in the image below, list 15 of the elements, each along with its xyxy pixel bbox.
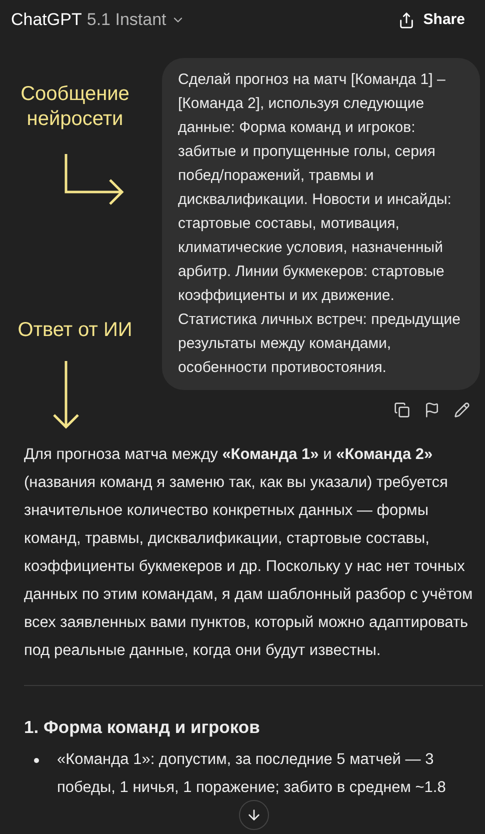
share-button[interactable]: Share xyxy=(398,8,465,32)
share-icon xyxy=(398,12,416,28)
model-selector[interactable]: ChatGPT 5.1 Instant xyxy=(11,7,186,33)
flag-icon[interactable] xyxy=(424,402,440,418)
section-heading: 1. Форма команд и игроков xyxy=(24,716,261,739)
annotation-label: Сообщение нейросети xyxy=(20,82,130,132)
annotation-label: Ответ от ИИ xyxy=(16,318,134,343)
user-message: Сделай прогноз на матч [Команда 1] – [Команда 2], используя следующие данные: Форма команд и игроков: забитые и пропущенные голы, серия побед/поражений, травмы и дисквалификации. Новости и инсайды: стартовые составы, мотивация, климатические условия, назначенный арбитр. Линии букмекеров: стартовые коэффициенты и их движение. Статистика личных встреч: предыдущие результаты между командами, особенности противостояния. xyxy=(162,58,480,390)
scroll-down-button[interactable] xyxy=(239,800,269,830)
down-arrow-icon xyxy=(50,359,82,431)
answer-paragraph: Для прогноза матча между «Команда 1» и «Команда 2» (названия команд я заменю так, как вы указали) требуется значительное количество конкретных данных — формы команд, травмы, дисквалификации, стартовые составы, коэффициенты букмекеров и др. Поскольку у нас нет точных данных по этим командам, я дам шаблонный разбор с учётом всех заявленных вами пунктов, который можно адаптировать под реальные данные, когда они будут известны. xyxy=(24,445,474,661)
bullet-icon xyxy=(34,758,39,764)
edit-icon[interactable] xyxy=(454,402,470,418)
bullet-text: «Команда 1»: допустим, за последние 5 матчей — 3 победы, 1 ничья, 1 поражение; забито в среднем ~1.8 xyxy=(57,750,447,798)
copy-icon[interactable] xyxy=(394,402,410,418)
